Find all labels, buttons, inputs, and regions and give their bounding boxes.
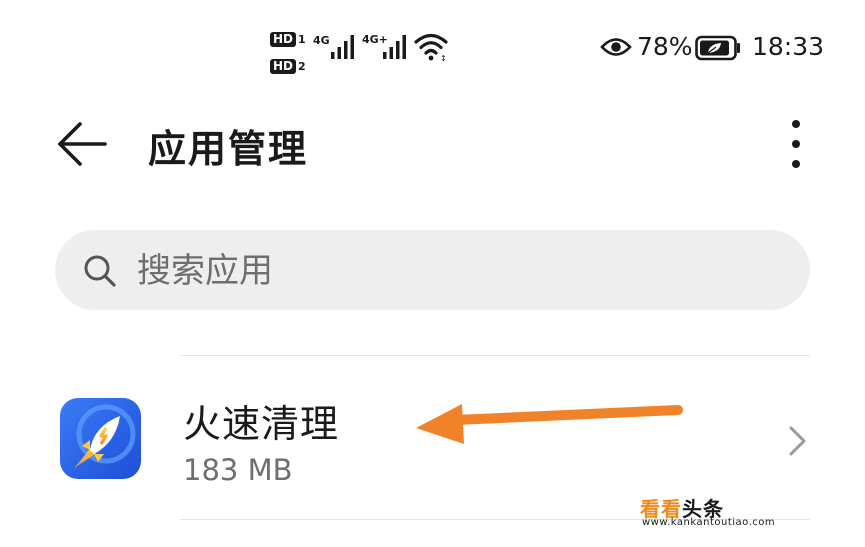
eye-icon — [600, 38, 632, 56]
network-type-1: 4G — [313, 34, 330, 47]
orange-arrow-icon — [416, 404, 683, 444]
battery-percent: 78% — [637, 32, 693, 61]
page-title: 应用管理 — [148, 127, 309, 171]
watermark-url: www.kankantoutiao.com — [642, 517, 776, 528]
app-size: 183 MB — [183, 453, 293, 487]
signal-icon-2 — [383, 35, 406, 59]
sim2-hd-label: HD — [270, 59, 297, 74]
back-arrow-icon[interactable] — [56, 121, 108, 167]
svg-text:↕: ↕ — [440, 54, 447, 62]
watermark: 看看头条 www.kankantoutiao.com — [632, 493, 792, 533]
chevron-right-icon — [789, 426, 806, 456]
signal-icon — [331, 35, 354, 59]
rocket-app-icon — [60, 398, 141, 479]
search-icon — [84, 255, 116, 287]
wifi-icon: ↕ — [414, 33, 448, 62]
search-bar[interactable] — [55, 230, 810, 312]
app-name: 火速清理 — [183, 402, 340, 446]
sim1-hd-label: HD — [270, 32, 297, 47]
list-divider-top — [180, 355, 810, 356]
sim1-indicator: HD 1 — [270, 28, 306, 47]
sim2-indicator: HD 2 — [270, 55, 306, 74]
battery-icon — [695, 35, 740, 61]
clock-time: 18:33 — [752, 32, 825, 61]
more-vertical-icon[interactable] — [786, 118, 806, 170]
search-input[interactable] — [135, 230, 779, 312]
sim2-index: 2 — [298, 60, 306, 73]
sim1-index: 1 — [298, 33, 306, 46]
status-bar: HD 1 HD 2 4G 4G+ ↕ 78% 18:33 — [0, 0, 865, 90]
